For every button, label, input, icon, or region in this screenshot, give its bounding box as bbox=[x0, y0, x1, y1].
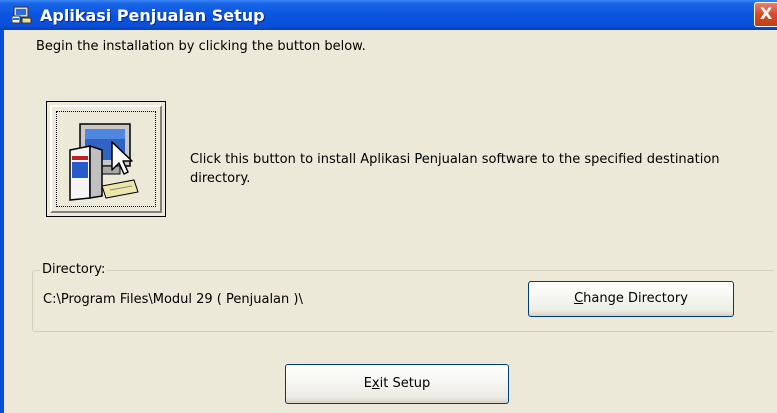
setup-app-icon bbox=[12, 6, 32, 24]
directory-path: C:\Program Files\Modul 29 ( Penjualan )\ bbox=[43, 292, 303, 307]
install-button[interactable] bbox=[46, 101, 166, 217]
exit-setup-button[interactable]: Exit Setup bbox=[285, 364, 509, 404]
exit-setup-mnemonic: x bbox=[371, 376, 380, 391]
exit-setup-label-start: E bbox=[363, 376, 372, 391]
change-directory-label: hange Directory bbox=[583, 291, 688, 306]
close-button[interactable]: X bbox=[754, 2, 777, 27]
change-directory-button[interactable]: Change Directory bbox=[528, 281, 734, 317]
window-title: Aplikasi Penjualan Setup bbox=[40, 6, 265, 25]
exit-setup-label-end: it Setup bbox=[379, 376, 431, 391]
install-description: Click this button to install Aplikasi Pe… bbox=[190, 152, 720, 186]
setup-window: Aplikasi Penjualan Setup X Begin the ins… bbox=[0, 0, 777, 413]
client-area bbox=[4, 30, 777, 413]
intro-text: Begin the installation by clicking the b… bbox=[36, 39, 366, 54]
setup-computer-icon bbox=[69, 123, 139, 201]
directory-label: Directory: bbox=[40, 262, 108, 277]
change-directory-mnemonic: C bbox=[574, 291, 584, 306]
title-bar[interactable]: Aplikasi Penjualan Setup X bbox=[0, 0, 777, 30]
